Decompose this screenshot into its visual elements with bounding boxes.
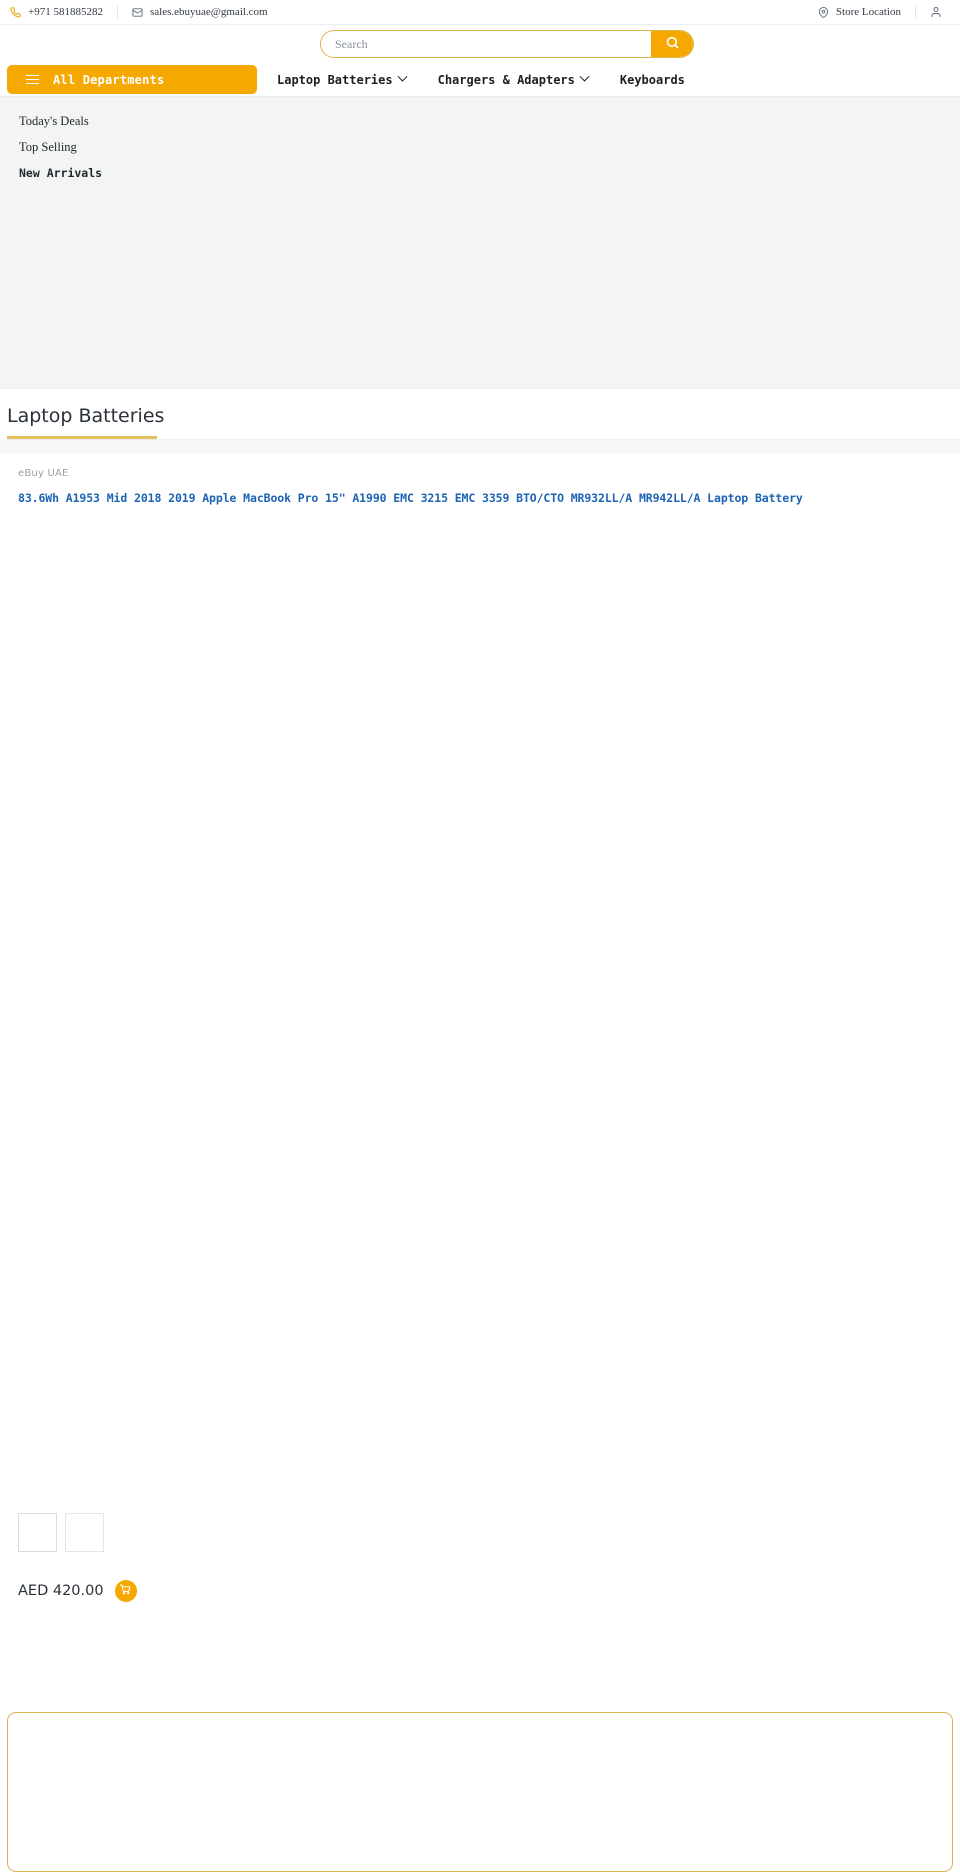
nav-item-chargers-adapters[interactable]: Chargers & Adapters <box>437 71 590 87</box>
phone-number: +971 581885282 <box>28 6 103 18</box>
sidebar-menu: Today's Deals Top Selling New Arrivals <box>0 97 250 389</box>
nav-item-label: Laptop Batteries <box>277 72 393 87</box>
nav-items-group: Laptop Batteries Chargers & Adapters Key… <box>277 71 685 87</box>
page-title: Laptop Batteries <box>7 405 165 427</box>
email-address: sales.ebuyuae@gmail.com <box>149 6 268 18</box>
topbar-actions-group: Store Location <box>818 5 950 19</box>
search-input[interactable] <box>321 31 651 57</box>
user-account-icon <box>930 6 942 18</box>
product-list-spacer <box>0 439 960 454</box>
product-brand: eBuy UAE <box>18 467 69 479</box>
main-navigation: All Departments Laptop Batteries Charger… <box>0 63 960 96</box>
product-price-row: AED 420.00 <box>18 1579 137 1602</box>
chevron-down-icon <box>397 71 408 82</box>
product-thumbnail-strip <box>18 1512 104 1552</box>
email-contact[interactable]: sales.ebuyuae@gmail.com <box>132 6 282 18</box>
chevron-down-icon <box>579 71 590 82</box>
product-title-link[interactable]: 83.6Wh A1953 Mid 2018 2019 Apple MacBook… <box>18 491 960 505</box>
hero-band: Today's Deals Top Selling New Arrivals <box>0 96 960 389</box>
store-location-link[interactable]: Store Location <box>818 6 915 18</box>
store-location-label: Store Location <box>835 6 901 18</box>
sidebar-item-todays-deals[interactable]: Today's Deals <box>0 108 250 134</box>
search-header <box>0 25 960 63</box>
sidebar-item-new-arrivals[interactable]: New Arrivals <box>0 160 250 186</box>
topbar-divider <box>116 5 118 19</box>
search-icon <box>665 35 680 53</box>
search-container <box>320 30 694 58</box>
nav-item-laptop-batteries[interactable]: Laptop Batteries <box>277 71 408 87</box>
shopping-cart-icon <box>120 1583 131 1598</box>
hamburger-menu-icon <box>26 74 39 85</box>
search-submit-button[interactable] <box>651 31 693 57</box>
sidebar-item-top-selling[interactable]: Top Selling <box>0 134 250 160</box>
category-header: Laptop Batteries <box>0 389 960 440</box>
account-button[interactable] <box>930 6 942 18</box>
nav-item-label: Keyboards <box>619 72 685 87</box>
top-utility-bar: +971 581885282 sales.ebuyuae@gmail.com S… <box>0 0 960 25</box>
topbar-divider-2 <box>915 5 916 19</box>
product-card: eBuy UAE 83.6Wh A1953 Mid 2018 2019 Appl… <box>0 453 960 1624</box>
nav-item-label: Chargers & Adapters <box>437 72 575 87</box>
product-thumbnail-2[interactable] <box>65 1512 104 1552</box>
bottom-content-panel <box>7 1712 953 1872</box>
phone-icon <box>10 6 21 18</box>
envelope-icon <box>132 7 143 18</box>
phone-contact[interactable]: +971 581885282 <box>10 6 117 18</box>
product-thumbnail-1[interactable] <box>18 1512 57 1552</box>
map-pin-icon <box>818 6 829 18</box>
add-to-cart-button[interactable] <box>114 1579 137 1602</box>
topbar-contact-group: +971 581885282 sales.ebuyuae@gmail.com <box>10 5 282 19</box>
all-departments-button[interactable]: All Departments <box>7 65 257 94</box>
product-price: AED 420.00 <box>18 1582 104 1599</box>
nav-item-keyboards[interactable]: Keyboards <box>620 73 685 87</box>
all-departments-label: All Departments <box>53 72 165 87</box>
